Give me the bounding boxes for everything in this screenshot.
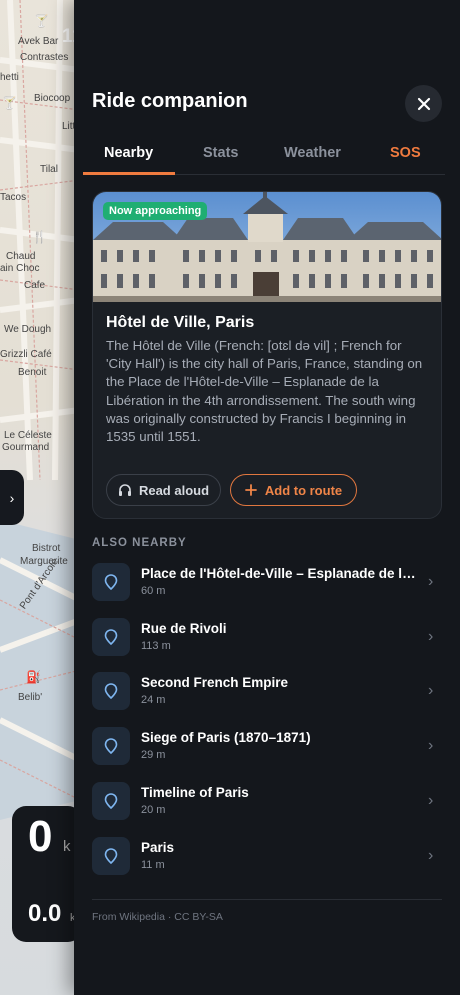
- plus-icon: [244, 484, 257, 496]
- approaching-card: Now approaching Hôtel de Ville, Paris Th…: [92, 191, 442, 519]
- list-item-title: Second French Empire: [141, 675, 289, 691]
- chevron-right-icon: ›: [428, 573, 434, 590]
- bar-icon: 🍸: [34, 14, 49, 28]
- bar-icon: 🍸: [2, 96, 17, 110]
- map-pin-icon: [92, 836, 130, 875]
- speed-unit: k: [63, 838, 71, 855]
- poi-description: The Hôtel de Ville (French: [otɛl də vil…: [106, 338, 423, 445]
- list-item-distance: 113 m: [141, 639, 171, 652]
- map-label: Le Céleste: [4, 430, 52, 441]
- now-approaching-badge: Now approaching: [103, 202, 208, 220]
- list-item-distance: 29 m: [141, 749, 166, 762]
- speed-value: 0: [28, 812, 53, 861]
- list-item-distance: 20 m: [141, 803, 166, 816]
- map-label: Benoit: [18, 367, 47, 378]
- map-label: Gourmand: [2, 442, 50, 453]
- map-pin-icon: [92, 617, 130, 656]
- read-aloud-label: Read aloud: [138, 482, 210, 498]
- map-label: Cafe: [24, 280, 46, 291]
- list-item-distance: 60 m: [141, 585, 166, 597]
- tab-weather[interactable]: Weather: [284, 145, 341, 161]
- list-item[interactable]: Place de l'Hôtel-de-Ville – Esplanade de…: [92, 563, 442, 603]
- map-pin-icon: [92, 672, 130, 711]
- active-tab-indicator: [83, 172, 175, 175]
- map-label: Belib': [18, 692, 43, 703]
- map-pin-icon: [92, 563, 130, 601]
- tab-stats[interactable]: Stats: [203, 145, 238, 161]
- map-label: Grizzli Café: [0, 349, 52, 360]
- chevron-right-icon: ›: [428, 682, 434, 700]
- map-label: ain Choc: [0, 263, 40, 274]
- chevron-right-icon: ›: [428, 737, 434, 755]
- list-item-title: Rue de Rivoli: [141, 620, 227, 636]
- list-item-title: Siege of Paris (1870–1871): [141, 730, 311, 746]
- poi-title: Hôtel de Ville, Paris: [106, 314, 255, 331]
- list-item-distance: 11 m: [141, 858, 165, 871]
- map-label: Tacos: [0, 192, 27, 203]
- add-to-route-label: Add to route: [264, 482, 343, 498]
- list-item[interactable]: Timeline of Paris 20 m ›: [92, 781, 442, 822]
- attribution: From Wikipedia · CC BY-SA: [92, 911, 223, 923]
- read-aloud-button[interactable]: Read aloud: [106, 474, 221, 506]
- distance-value: 0.0: [28, 900, 62, 927]
- footer-divider: [92, 899, 442, 900]
- list-item-title: Place de l'Hôtel-de-Ville – Esplanade de…: [141, 566, 416, 581]
- list-item[interactable]: Rue de Rivoli 113 m ›: [92, 617, 442, 658]
- list-item[interactable]: Paris 11 m ›: [92, 836, 442, 877]
- map-label: We Dough: [4, 324, 52, 335]
- list-item-title: Paris: [141, 839, 175, 855]
- list-item[interactable]: Second French Empire 24 m ›: [92, 672, 442, 712]
- add-to-route-button[interactable]: Add to route: [230, 474, 357, 506]
- also-nearby-heading: ALSO NEARBY: [92, 537, 187, 549]
- map-pin-icon: [92, 781, 130, 820]
- close-icon: [417, 97, 430, 110]
- chevron-right-icon: ›: [428, 846, 434, 864]
- map-label: Contrastes: [20, 52, 69, 63]
- map-label: Biocoop: [34, 93, 71, 104]
- expand-handle[interactable]: ›: [0, 470, 24, 525]
- map-label: Chaud: [6, 251, 36, 262]
- chevron-right-icon: ›: [428, 791, 434, 809]
- map-label: Marguerite: [20, 556, 68, 567]
- headphones-icon: [118, 484, 131, 496]
- panel-title: Ride companion: [92, 90, 248, 112]
- map-label: hetti: [0, 72, 19, 83]
- chevron-right-icon: ›: [9, 489, 15, 506]
- map-label: Bistrot: [32, 543, 61, 554]
- map-label: Avek Bar: [18, 36, 59, 47]
- list-item-title: Timeline of Paris: [141, 784, 249, 800]
- map-label: Tilal: [40, 164, 58, 175]
- tab-bar: Nearby Stats Weather SOS: [83, 133, 445, 175]
- fuel-icon: ⛽: [26, 670, 41, 684]
- list-item-distance: 24 m: [141, 694, 166, 707]
- tab-sos[interactable]: SOS: [390, 145, 421, 161]
- chevron-right-icon: ›: [428, 627, 434, 645]
- close-button[interactable]: [405, 85, 442, 122]
- restaurant-icon: 🍴: [32, 230, 47, 244]
- list-item[interactable]: Siege of Paris (1870–1871) 29 m ›: [92, 727, 442, 767]
- tab-nearby[interactable]: Nearby: [104, 145, 153, 161]
- map-pin-icon: [92, 727, 130, 766]
